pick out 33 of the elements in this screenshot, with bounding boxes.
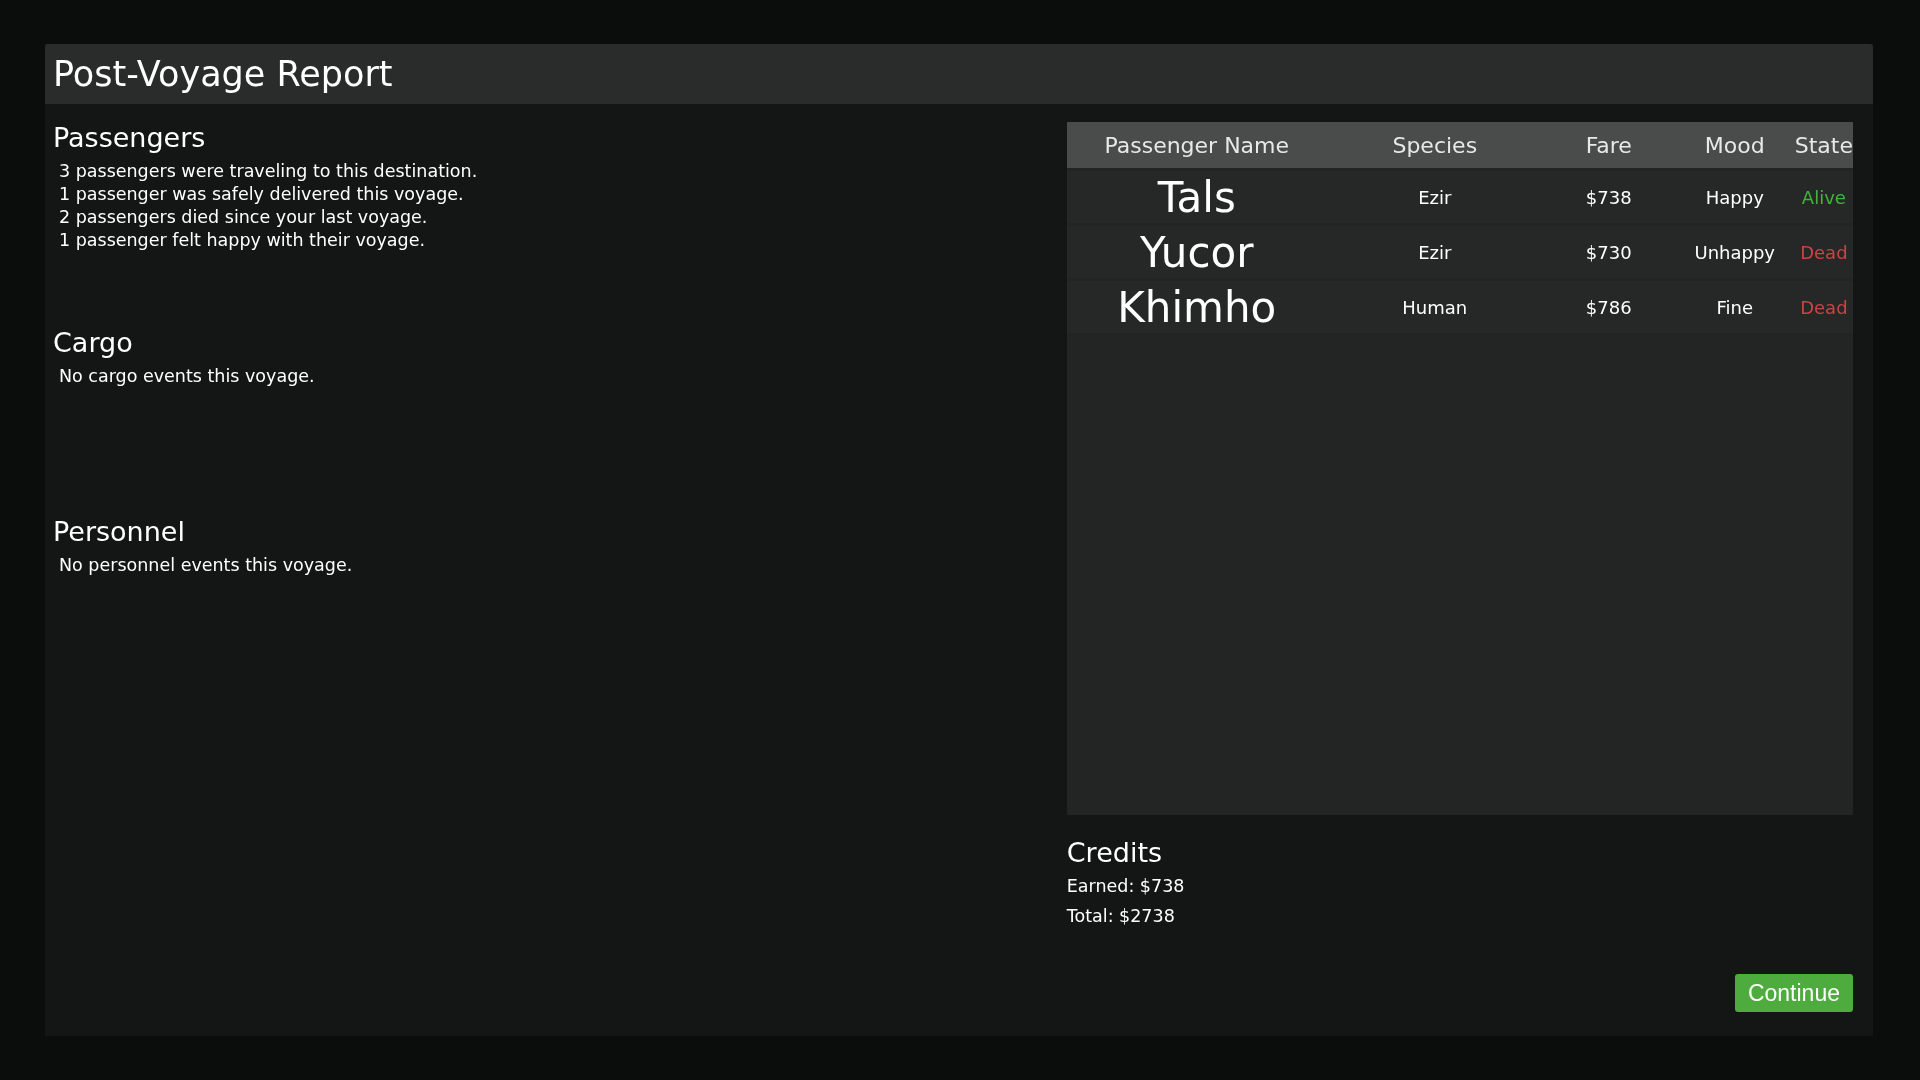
column-header: Passenger Name	[1103, 132, 1291, 158]
section-heading: Cargo	[53, 327, 134, 359]
passenger-name: Yucor	[1139, 227, 1255, 277]
mood-cell-text: Fine	[1715, 296, 1755, 318]
column-header: Species	[1391, 132, 1479, 158]
fare-cell-text: $738	[1584, 186, 1633, 208]
section-heading: Passengers	[53, 122, 207, 154]
credits-heading: Credits	[1066, 836, 1164, 870]
column-header: Mood	[1703, 132, 1766, 158]
report-line: No cargo events this voyage.	[59, 365, 316, 388]
column-header: State	[1794, 132, 1853, 158]
species-cell-text: Ezir	[1417, 186, 1453, 208]
report-line: 1 passenger felt happy with their voyage.	[59, 229, 427, 252]
state-cell-text: Dead	[1799, 296, 1849, 318]
passenger-name: Khimho	[1116, 282, 1278, 332]
fare-cell-text: $730	[1584, 241, 1633, 263]
fare-cell-text: $786	[1584, 296, 1633, 318]
state-cell-text: Alive	[1800, 186, 1847, 208]
report-line: 2 passengers died since your last voyage.	[59, 206, 429, 229]
total-text: Total: $2738	[1066, 905, 1176, 928]
species-cell-text: Ezir	[1417, 241, 1453, 263]
section-heading: Personnel	[53, 516, 186, 548]
report-line: 3 passengers were traveling to this destination.	[59, 160, 479, 183]
mood-cell-text: Happy	[1704, 186, 1765, 208]
window-title: Post-Voyage Report	[45, 44, 1873, 104]
report-line: 1 passenger was safely delivered this voyage.	[59, 183, 465, 206]
earned-text: Earned: $738	[1066, 875, 1186, 898]
state-cell-text: Dead	[1799, 241, 1849, 263]
mood-cell-text: Unhappy	[1693, 241, 1777, 263]
passenger-name: Tals	[1156, 172, 1237, 222]
species-cell-text: Human	[1401, 296, 1469, 318]
column-header: Fare	[1584, 132, 1633, 158]
report-line: No personnel events this voyage.	[59, 554, 354, 577]
